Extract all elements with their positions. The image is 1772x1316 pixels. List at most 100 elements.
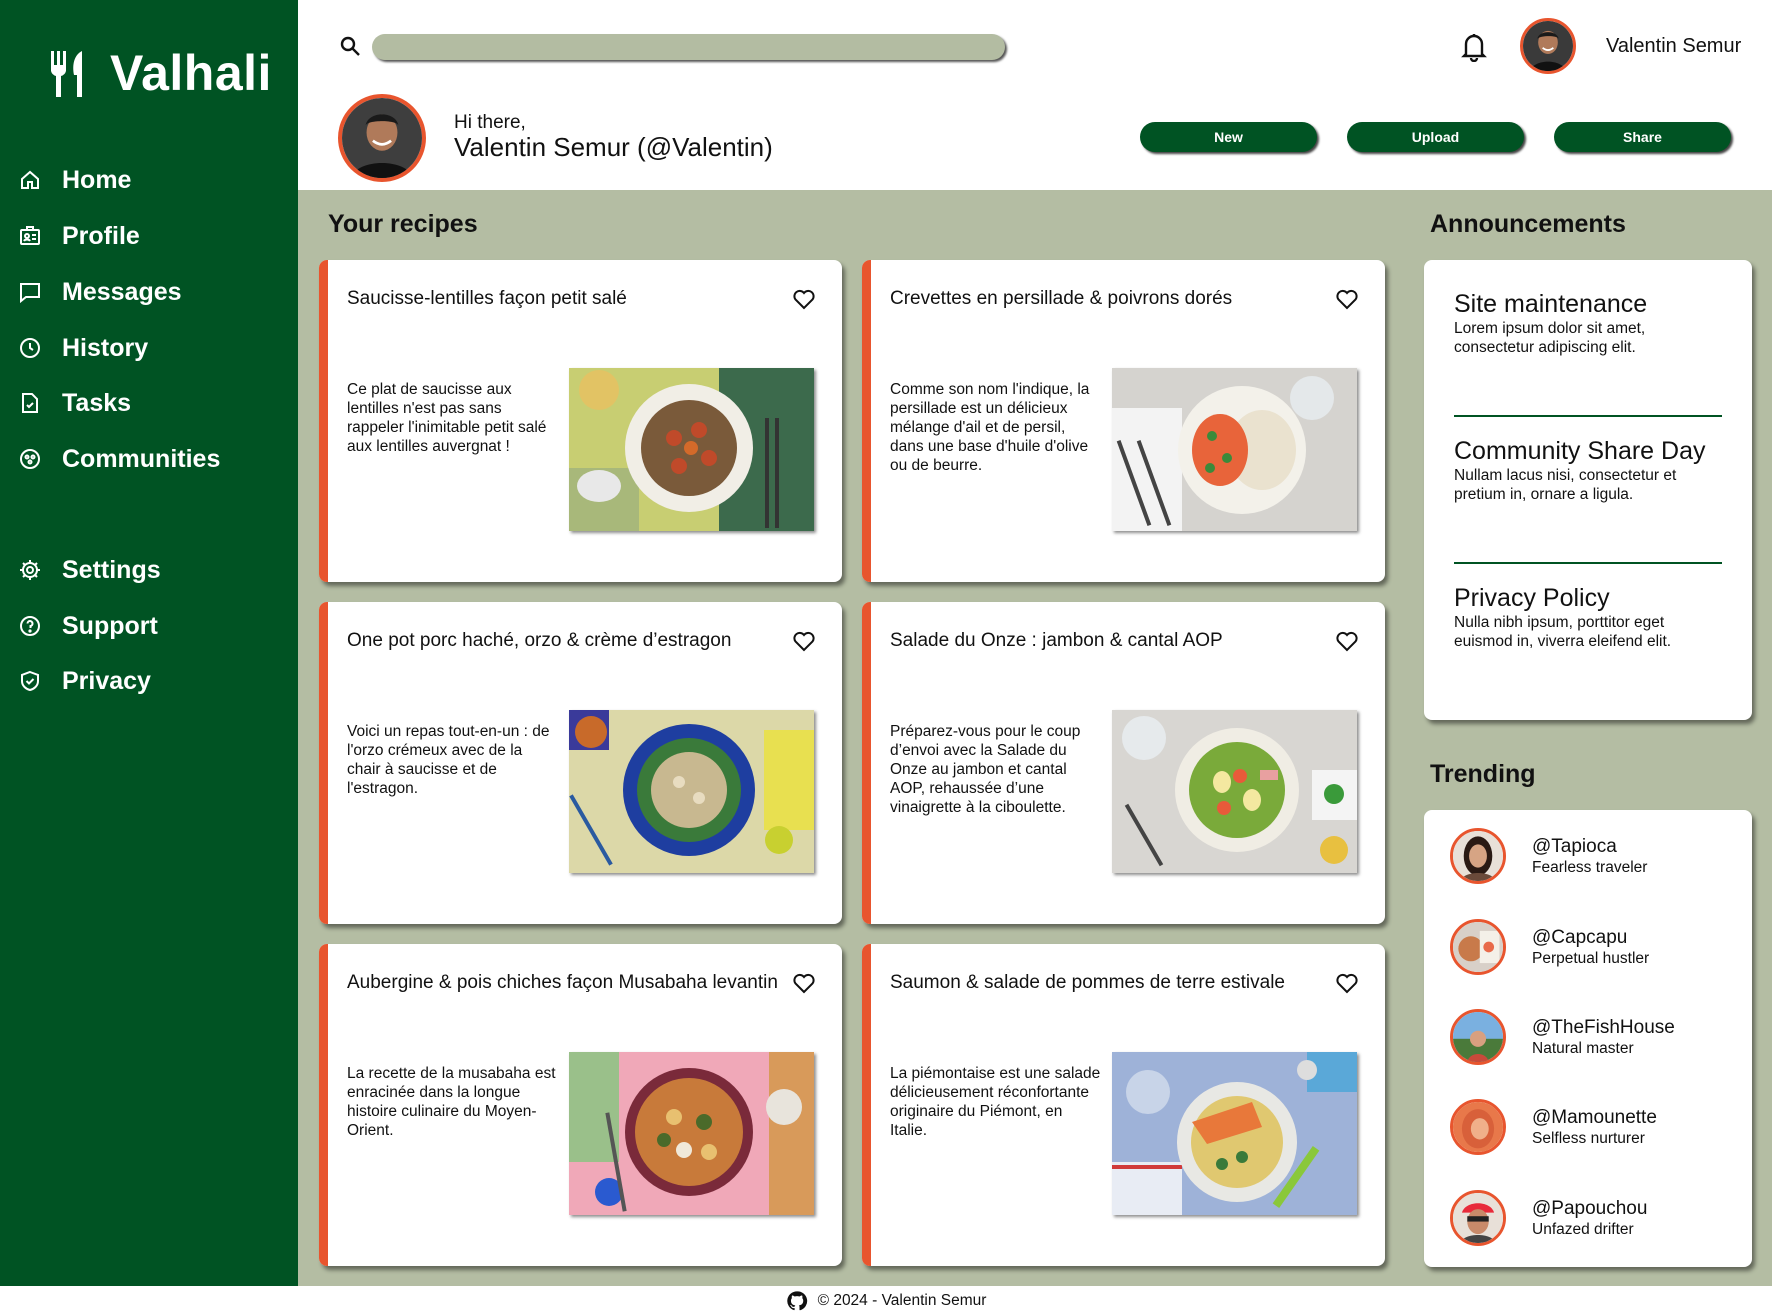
- recipe-card[interactable]: Saumon & salade de pommes de terre estiv…: [862, 944, 1385, 1266]
- footer: © 2024 - Valentin Semur: [0, 1286, 1772, 1316]
- sidebar-item-label: Tasks: [62, 388, 132, 417]
- avatar[interactable]: [1450, 828, 1506, 884]
- sidebar-item-privacy[interactable]: Privacy: [18, 659, 151, 703]
- recipe-description: Comme son nom l'indique, la persillade e…: [890, 381, 1090, 474]
- sidebar-item-profile[interactable]: Profile: [18, 214, 140, 258]
- user-avatar[interactable]: [1520, 18, 1576, 74]
- recipe-title[interactable]: One pot porc haché, orzo & crème d’estra…: [347, 630, 731, 652]
- trending-tagline: Unfazed drifter: [1532, 1220, 1634, 1238]
- sidebar-item-messages[interactable]: Messages: [18, 270, 182, 314]
- gear-icon: [20, 560, 40, 580]
- announcement-item[interactable]: Site maintenance Lorem ipsum dolor sit a…: [1454, 290, 1724, 357]
- trending-item[interactable]: @Papouchou Unfazed drifter: [1450, 1188, 1647, 1248]
- share-button[interactable]: Share: [1554, 122, 1731, 152]
- sidebar-item-label: Messages: [62, 277, 182, 306]
- avatar[interactable]: [1450, 1190, 1506, 1246]
- sidebar: Valhali Home Profile Messages History Ta…: [0, 0, 298, 1286]
- search-input[interactable]: [372, 34, 1005, 60]
- sidebar-item-settings[interactable]: Settings: [18, 548, 161, 592]
- heart-icon[interactable]: [792, 972, 816, 994]
- recipe-card[interactable]: Crevettes en persillade & poivrons dorés…: [862, 260, 1385, 582]
- recipe-title[interactable]: Aubergine & pois chiches façon Musabaha …: [347, 972, 778, 994]
- trending-title: Trending: [1430, 760, 1536, 788]
- recipe-image[interactable]: [569, 368, 814, 531]
- bell-icon[interactable]: [1460, 30, 1488, 62]
- avatar[interactable]: [1450, 1099, 1506, 1155]
- sidebar-item-label: Settings: [62, 555, 161, 584]
- header-username[interactable]: Valentin Semur: [1606, 35, 1741, 58]
- announcements-panel: Site maintenance Lorem ipsum dolor sit a…: [1424, 260, 1752, 720]
- heart-icon[interactable]: [792, 288, 816, 310]
- sidebar-item-support[interactable]: Support: [18, 604, 158, 648]
- greeting-text: Hi there,: [454, 112, 526, 133]
- help-icon: [20, 616, 40, 636]
- clock-icon: [20, 338, 40, 358]
- new-button[interactable]: New: [1140, 122, 1317, 152]
- recipe-image[interactable]: [569, 710, 814, 873]
- avatar[interactable]: [1450, 919, 1506, 975]
- recipe-description: Préparez-vous pour le coup d’envoi avec …: [890, 723, 1081, 816]
- sidebar-item-label: Home: [62, 165, 132, 194]
- recipe-title[interactable]: Saucisse-lentilles façon petit salé: [347, 288, 627, 310]
- message-icon: [20, 283, 40, 304]
- trending-handle: @Capcapu: [1532, 926, 1628, 948]
- sidebar-item-label: Support: [62, 611, 158, 640]
- divider: [1454, 562, 1722, 564]
- recipe-image[interactable]: [1112, 710, 1357, 873]
- trending-panel: @Tapioca Fearless traveler @Capcapu Perp…: [1424, 810, 1752, 1267]
- profile-avatar: [338, 94, 426, 182]
- recipe-description: Voici un repas tout-en-un : de l'orzo cr…: [347, 723, 550, 797]
- announcement-text: Nulla nibh ipsum, porttitor eget euismod…: [1454, 614, 1672, 650]
- announcement-item[interactable]: Privacy Policy Nulla nibh ipsum, porttit…: [1454, 584, 1724, 651]
- trending-tagline: Perpetual hustler: [1532, 949, 1650, 967]
- heart-icon[interactable]: [1335, 972, 1359, 994]
- sidebar-item-communities[interactable]: Communities: [18, 437, 220, 481]
- search-icon[interactable]: [339, 35, 361, 57]
- recipe-card[interactable]: Aubergine & pois chiches façon Musabaha …: [319, 944, 842, 1266]
- announcement-title: Community Share Day: [1454, 437, 1706, 465]
- sidebar-item-history[interactable]: History: [18, 326, 148, 370]
- github-icon[interactable]: [786, 1290, 808, 1312]
- upload-button[interactable]: Upload: [1347, 122, 1524, 152]
- heart-icon[interactable]: [1335, 288, 1359, 310]
- trending-tagline: Natural master: [1532, 1039, 1634, 1057]
- recipe-title[interactable]: Crevettes en persillade & poivrons dorés: [890, 288, 1232, 310]
- recipe-description: Ce plat de saucisse aux lentilles n'est …: [347, 381, 547, 455]
- trending-item[interactable]: @Tapioca Fearless traveler: [1450, 826, 1647, 886]
- recipe-title[interactable]: Saumon & salade de pommes de terre estiv…: [890, 972, 1285, 994]
- recipe-card[interactable]: Saucisse-lentilles façon petit salé Ce p…: [319, 260, 842, 582]
- announcement-title: Site maintenance: [1454, 290, 1648, 318]
- announcement-text: Nullam lacus nisi, consectetur et pretiu…: [1454, 467, 1677, 503]
- announcement-item[interactable]: Community Share Day Nullam lacus nisi, c…: [1454, 437, 1724, 504]
- sidebar-item-home[interactable]: Home: [18, 158, 131, 202]
- brand[interactable]: Valhali: [48, 44, 272, 102]
- home-icon: [21, 170, 39, 189]
- footer-text: © 2024 - Valentin Semur: [817, 1292, 987, 1309]
- shield-icon: [21, 670, 39, 692]
- announcements-title: Announcements: [1430, 210, 1626, 238]
- greeting-name: Valentin Semur (@Valentin): [454, 132, 773, 162]
- trending-handle: @Tapioca: [1532, 835, 1617, 857]
- trending-item[interactable]: @Mamounette Selfless nurturer: [1450, 1097, 1657, 1157]
- sidebar-item-label: History: [62, 333, 149, 362]
- heart-icon[interactable]: [792, 630, 816, 652]
- recipe-card[interactable]: Salade du Onze : jambon & cantal AOP Pré…: [862, 602, 1385, 924]
- recipe-image[interactable]: [569, 1052, 814, 1215]
- recipe-title[interactable]: Salade du Onze : jambon & cantal AOP: [890, 630, 1223, 652]
- recipe-image[interactable]: [1112, 368, 1357, 531]
- announcement-text: Lorem ipsum dolor sit amet, consectetur …: [1454, 320, 1646, 356]
- avatar[interactable]: [1450, 1009, 1506, 1065]
- trending-item[interactable]: @Capcapu Perpetual hustler: [1450, 917, 1649, 977]
- app-root: Valhali Home Profile Messages History Ta…: [0, 0, 1772, 1316]
- trending-tagline: Selfless nurturer: [1532, 1129, 1645, 1147]
- heart-icon[interactable]: [1335, 630, 1359, 652]
- recipe-image[interactable]: [1112, 1052, 1357, 1215]
- sidebar-item-label: Profile: [62, 221, 140, 250]
- trending-handle: @TheFishHouse: [1532, 1016, 1675, 1038]
- recipe-description: La recette de la musabaha est enracinée …: [347, 1065, 556, 1139]
- recipe-card[interactable]: One pot porc haché, orzo & crème d’estra…: [319, 602, 842, 924]
- sidebar-item-label: Communities: [62, 444, 221, 473]
- sidebar-item-tasks[interactable]: Tasks: [18, 381, 131, 425]
- trending-item[interactable]: @TheFishHouse Natural master: [1450, 1007, 1675, 1067]
- recipe-description: La piémontaise est une salade délicieuse…: [890, 1065, 1101, 1139]
